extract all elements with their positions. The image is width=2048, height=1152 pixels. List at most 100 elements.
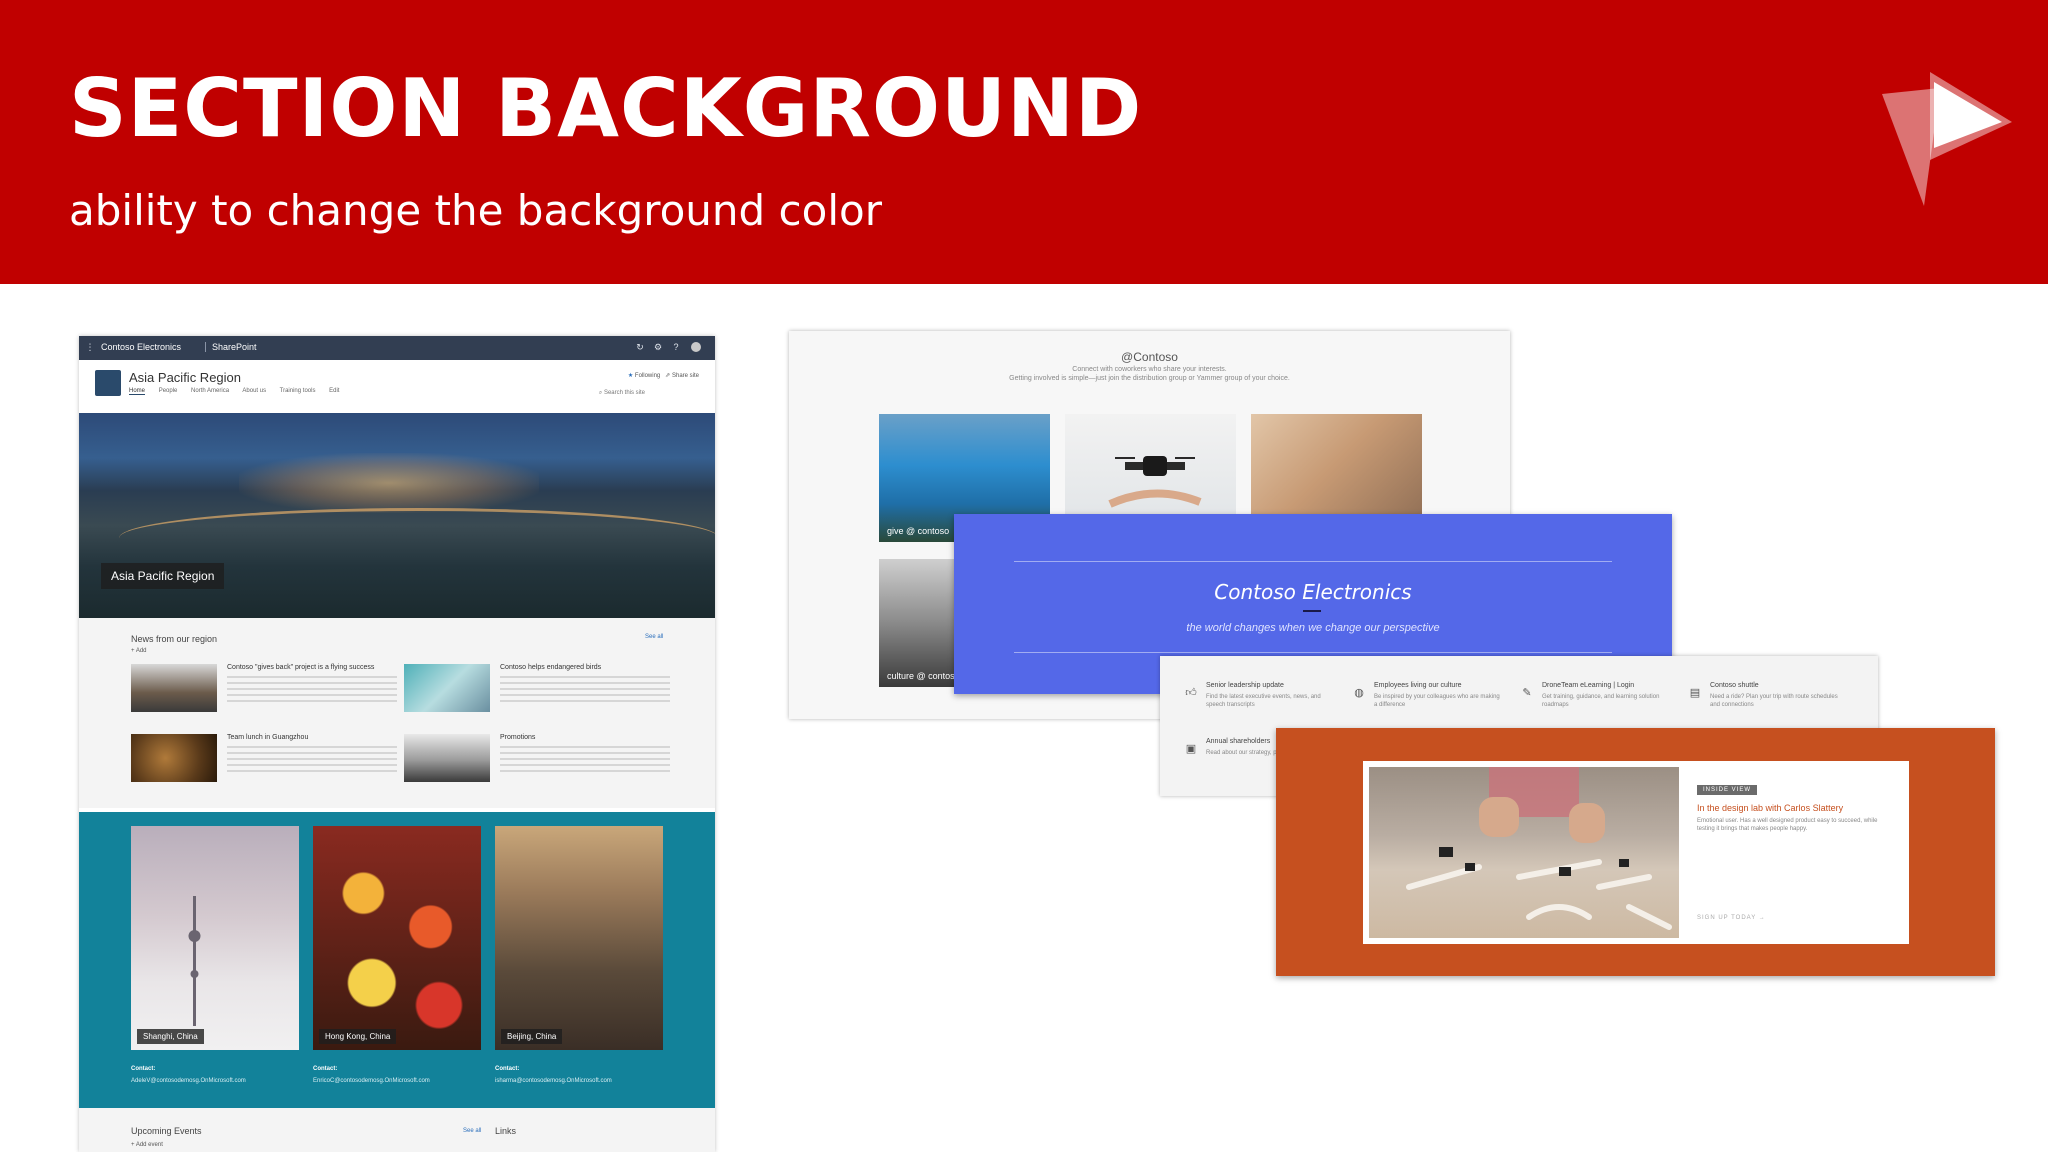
share-button[interactable]: Share site	[672, 373, 699, 379]
location-card[interactable]: Hong Kong, China	[313, 826, 481, 1050]
design-lab-photo	[1369, 767, 1679, 938]
help-icon[interactable]: ?	[671, 342, 681, 352]
news-title[interactable]: Team lunch in Guangzhou	[227, 734, 308, 741]
drone-image	[1108, 456, 1202, 508]
news-title[interactable]: Contoso helps endangered birds	[500, 664, 601, 671]
news-excerpt	[500, 746, 670, 776]
site-header: Asia Pacific Region Home People North Am…	[79, 360, 715, 412]
hero-title: Contoso Electronics	[1214, 580, 1412, 604]
card-link[interactable]: SIGN UP TODAY →	[1697, 915, 1766, 921]
pencil-icon: ✎	[1522, 687, 1532, 699]
quick-link-desc: Get training, guidance, and learning sol…	[1542, 694, 1660, 708]
quick-link-desc: Find the latest executive events, news, …	[1206, 694, 1321, 708]
events-section: Upcoming Events See all Links + Add even…	[79, 1108, 715, 1152]
quick-link-title[interactable]: DroneTeam eLearning | Login	[1542, 682, 1634, 689]
location-label: Shanghi, China	[137, 1029, 204, 1044]
nav-item-edit[interactable]: Edit	[329, 388, 339, 394]
tile-label: culture @ contoso	[887, 671, 960, 681]
news-item[interactable]: Contoso "gives back" project is a flying…	[131, 664, 401, 714]
card-text: Emotional user. Has a well designed prod…	[1697, 818, 1878, 832]
quick-link-desc: Be inspired by your colleagues who are m…	[1374, 694, 1500, 708]
news-item[interactable]: Team lunch in Guangzhou	[131, 734, 401, 784]
news-add-button[interactable]: + Add	[131, 648, 147, 654]
star-icon: ★	[627, 373, 634, 379]
location-label: Hong Kong, China	[319, 1029, 397, 1044]
news-heading: News from our region	[131, 634, 218, 644]
category-tag: INSIDE VIEW	[1697, 785, 1758, 795]
nav-item-home[interactable]: Home	[129, 388, 146, 395]
hero-image[interactable]: Asia Pacific Region	[79, 413, 715, 618]
quick-link-title[interactable]: Contoso shuttle	[1710, 682, 1759, 689]
suite-bar: ⋮ Contoso Electronics SharePoint ↻ ⚙ ?	[79, 336, 715, 360]
hero-label[interactable]: Asia Pacific Region	[101, 563, 225, 589]
news-title[interactable]: Contoso "gives back" project is a flying…	[227, 664, 374, 671]
quick-link[interactable]: ◍ Employees living our culture Be inspir…	[1352, 682, 1512, 722]
title-band: SECTION BACKGROUND ability to change the…	[0, 0, 2048, 284]
news-see-all-link[interactable]: See all	[645, 634, 663, 640]
news-thumbnail	[131, 664, 217, 712]
search-icon: ⌕	[598, 390, 603, 396]
tower-silhouette	[188, 896, 201, 1026]
app-launcher-icon[interactable]: ⋮	[85, 342, 95, 352]
hero-tagline: the world changes when we change our per…	[1186, 622, 1440, 634]
follow-button[interactable]: Following	[635, 373, 660, 379]
quick-link-desc: Need a ride? Plan your trip with route s…	[1710, 694, 1838, 708]
quick-link[interactable]: ✎ DroneTeam eLearning | Login Get traini…	[1520, 682, 1680, 722]
quick-link-title[interactable]: Employees living our culture	[1374, 682, 1462, 689]
nav-item-north-america[interactable]: North America	[191, 388, 229, 394]
events-see-all-link[interactable]: See all	[463, 1128, 481, 1134]
location-label: Beijing, China	[501, 1029, 563, 1044]
contact-email[interactable]: EnricoC@contosodemosg.OnMicrosoft.com	[313, 1078, 430, 1084]
hero-river	[119, 508, 715, 568]
location-card[interactable]: Shanghi, China	[131, 826, 299, 1050]
links-heading: Links	[495, 1126, 517, 1136]
contact-label: Contact:	[313, 1066, 338, 1072]
orange-section-preview: INSIDE VIEW In the design lab with Carlo…	[1276, 728, 1995, 976]
news-item[interactable]: Promotions	[404, 734, 674, 784]
refresh-icon[interactable]: ↻	[635, 342, 645, 352]
contact-email[interactable]: AdeleV@contosodemosg.OnMicrosoft.com	[131, 1078, 246, 1084]
thumbs-up-icon: 👍︎	[1185, 687, 1197, 699]
nav-item-training-tools[interactable]: Training tools	[280, 388, 316, 394]
location-card[interactable]: Beijing, China	[495, 826, 663, 1050]
hero-card[interactable]: INSIDE VIEW In the design lab with Carlo…	[1363, 761, 1909, 944]
news-item[interactable]: Contoso helps endangered birds	[404, 664, 674, 714]
contact-email[interactable]: isharma@contosodemosg.OnMicrosoft.com	[495, 1078, 612, 1084]
locations-section: Shanghi, China Hong Kong, China Beijing,…	[79, 812, 715, 1108]
slide-subtitle: ability to change the background color	[69, 186, 882, 235]
gear-icon[interactable]: ⚙	[653, 342, 663, 352]
quick-link-title[interactable]: Senior leadership update	[1206, 682, 1284, 689]
suite-brand[interactable]: Contoso Electronics	[101, 342, 181, 352]
quick-link[interactable]: ▤ Contoso shuttle Need a ride? Plan your…	[1688, 682, 1848, 722]
avatar[interactable]	[691, 342, 701, 352]
tile-label: give @ contoso	[887, 526, 950, 536]
follow-share-group: ★ Following ⇗ Share site	[628, 372, 699, 379]
suite-app-name[interactable]: SharePoint	[205, 342, 257, 352]
news-title[interactable]: Promotions	[500, 734, 535, 741]
report-icon: ▣	[1185, 743, 1197, 755]
card-title[interactable]: In the design lab with Carlos Slattery	[1697, 803, 1843, 813]
quick-link[interactable]: 👍︎ Senior leadership update Find the lat…	[1184, 682, 1344, 722]
news-thumbnail	[404, 664, 490, 712]
section-title: @Contoso	[1121, 350, 1178, 364]
contact-label: Contact:	[495, 1066, 520, 1072]
contact-label: Contact:	[131, 1066, 156, 1072]
nav-item-people[interactable]: People	[159, 388, 178, 394]
quick-link-title[interactable]: Annual shareholders	[1206, 738, 1270, 745]
globe-icon: ◍	[1354, 687, 1364, 699]
divider-line	[1014, 652, 1612, 653]
section-subtitle-2: Getting involved is simple—just join the…	[1009, 375, 1290, 382]
add-event-button[interactable]: + Add event	[131, 1142, 163, 1148]
site-logo-icon[interactable]	[95, 370, 121, 396]
drone-parts-illustration	[1406, 767, 1672, 930]
site-search[interactable]: ⌕ Search this site	[599, 390, 645, 397]
search-input[interactable]: Search this site	[604, 390, 645, 396]
bus-icon: ▤	[1689, 687, 1701, 699]
site-name[interactable]: Asia Pacific Region	[129, 370, 241, 385]
hero-city-lights	[239, 453, 539, 513]
title-accent-dash	[1303, 610, 1321, 612]
nav-item-about-us[interactable]: About us	[242, 388, 266, 394]
events-heading: Upcoming Events	[131, 1126, 202, 1136]
share-icon: ⇗	[665, 373, 671, 379]
news-excerpt	[500, 676, 670, 706]
